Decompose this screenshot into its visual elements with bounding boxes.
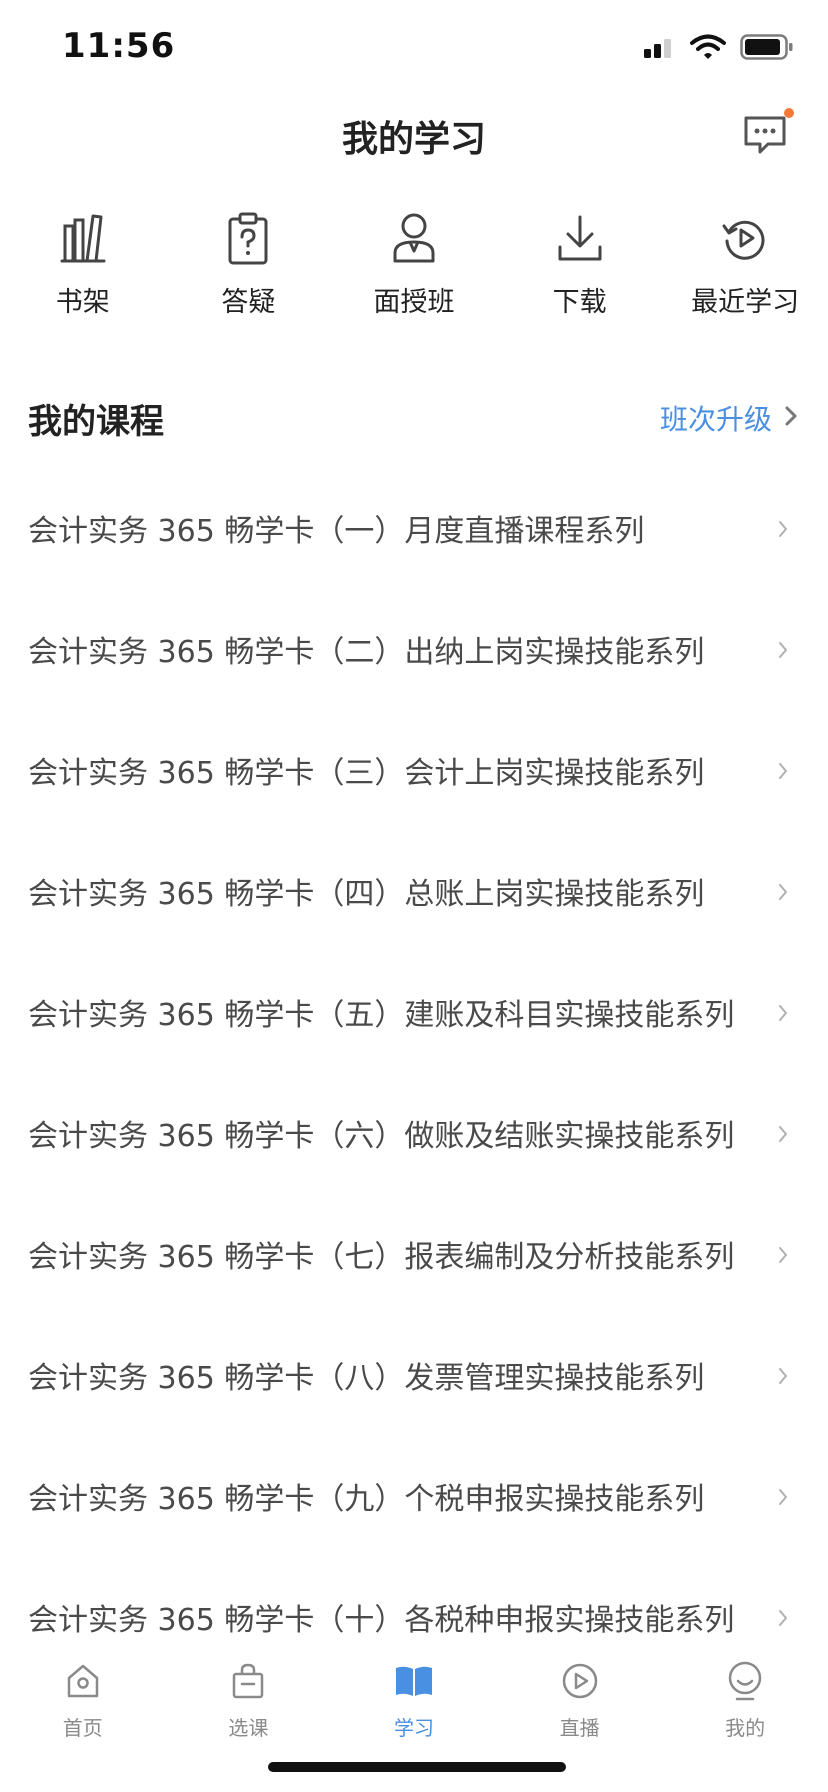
tab-label: 学习 (393, 1716, 434, 1740)
bottom-tab-bar: 首页 选课 学习 直播 我的 (0, 1640, 828, 1750)
home-indicator (268, 1762, 566, 1772)
quick-entry-label: 面授班 (373, 287, 455, 318)
quick-entries: 书架 答疑 面授班 下载 最近学习 (0, 210, 828, 330)
tab-live[interactable]: 直播 (497, 1640, 663, 1750)
course-list-item[interactable]: 会计实务 365 畅学卡（一）月度直播课程系列 (0, 470, 828, 591)
wifi-icon (690, 34, 726, 64)
chevron-right-icon (778, 520, 788, 542)
notification-badge-dot (784, 108, 794, 118)
tab-label: 选课 (228, 1716, 269, 1740)
quick-entry-classroom[interactable]: 面授班 (331, 210, 497, 330)
message-button[interactable] (740, 108, 794, 160)
battery-icon (740, 34, 794, 64)
status-time: 11:56 (62, 26, 176, 66)
tab-mine[interactable]: 我的 (662, 1640, 828, 1750)
course-title: 会计实务 365 畅学卡（十）各税种申报实操技能系列 (28, 1603, 735, 1638)
quick-entry-label: 答疑 (221, 287, 276, 318)
class-upgrade-label: 班次升级 (659, 403, 772, 436)
tab-label: 我的 (725, 1716, 766, 1740)
cellular-signal-icon (642, 35, 676, 63)
chevron-right-icon (778, 1246, 788, 1268)
chevron-right-icon (778, 641, 788, 663)
download-icon (552, 210, 608, 266)
page-title: 我的学习 (341, 119, 486, 160)
course-title: 会计实务 365 畅学卡（三）会计上岗实操技能系列 (28, 756, 705, 791)
play-circle-icon (557, 1658, 603, 1704)
quick-entry-bookshelf[interactable]: 书架 (0, 210, 166, 330)
recent-play-icon (717, 210, 773, 266)
course-list-item[interactable]: 会计实务 365 畅学卡（二）出纳上岗实操技能系列 (0, 591, 828, 712)
tab-label: 直播 (559, 1716, 600, 1740)
status-bar: 11:56 (0, 0, 828, 100)
tab-label: 首页 (62, 1716, 103, 1740)
class-upgrade-link[interactable]: 班次升级 (660, 398, 798, 438)
smile-face-icon (722, 1658, 768, 1704)
quick-entry-label: 下载 (552, 287, 607, 318)
bookshelf-icon (55, 210, 111, 266)
page-header: 我的学习 (0, 100, 828, 200)
my-courses-header: 我的课程 班次升级 (0, 390, 828, 450)
shopping-bag-icon (225, 1658, 271, 1704)
course-list-item[interactable]: 会计实务 365 畅学卡（四）总账上岗实操技能系列 (0, 833, 828, 954)
chevron-right-icon (778, 1367, 788, 1389)
course-list-item[interactable]: 会计实务 365 畅学卡（八）发票管理实操技能系列 (0, 1317, 828, 1438)
course-list-item[interactable]: 会计实务 365 畅学卡（五）建账及科目实操技能系列 (0, 954, 828, 1075)
quick-entry-download[interactable]: 下载 (497, 210, 663, 330)
chevron-right-icon (778, 1488, 788, 1510)
chevron-right-icon (778, 1609, 788, 1631)
chevron-right-icon (778, 1004, 788, 1026)
clipboard-question-icon (220, 210, 276, 266)
home-icon (60, 1658, 106, 1704)
open-book-icon (391, 1658, 437, 1704)
quick-entry-qa[interactable]: 答疑 (166, 210, 332, 330)
chat-icon (740, 116, 792, 164)
course-title: 会计实务 365 畅学卡（六）做账及结账实操技能系列 (28, 1119, 735, 1154)
course-title: 会计实务 365 畅学卡（二）出纳上岗实操技能系列 (28, 635, 705, 670)
tab-courses[interactable]: 选课 (166, 1640, 332, 1750)
course-title: 会计实务 365 畅学卡（八）发票管理实操技能系列 (28, 1361, 705, 1396)
course-list-item[interactable]: 会计实务 365 畅学卡（六）做账及结账实操技能系列 (0, 1075, 828, 1196)
chevron-right-icon (778, 762, 788, 784)
quick-entry-recent[interactable]: 最近学习 (662, 210, 828, 330)
course-list: 会计实务 365 畅学卡（一）月度直播课程系列 会计实务 365 畅学卡（二）出… (0, 470, 828, 1680)
course-title: 会计实务 365 畅学卡（九）个税申报实操技能系列 (28, 1482, 705, 1517)
status-icons (642, 34, 794, 64)
course-title: 会计实务 365 畅学卡（七）报表编制及分析技能系列 (28, 1240, 735, 1275)
tab-home[interactable]: 首页 (0, 1640, 166, 1750)
course-title: 会计实务 365 畅学卡（五）建账及科目实操技能系列 (28, 998, 735, 1033)
chevron-right-icon (778, 1125, 788, 1147)
quick-entry-label: 最近学习 (691, 287, 800, 318)
course-title: 会计实务 365 畅学卡（四）总账上岗实操技能系列 (28, 877, 705, 912)
section-title: 我的课程 (28, 402, 164, 442)
course-list-item[interactable]: 会计实务 365 畅学卡（七）报表编制及分析技能系列 (0, 1196, 828, 1317)
quick-entry-label: 书架 (55, 287, 110, 318)
course-title: 会计实务 365 畅学卡（一）月度直播课程系列 (28, 514, 645, 549)
chevron-right-icon (784, 405, 798, 431)
course-list-item[interactable]: 会计实务 365 畅学卡（三）会计上岗实操技能系列 (0, 712, 828, 833)
chevron-right-icon (778, 883, 788, 905)
teacher-icon (386, 210, 442, 266)
tab-study[interactable]: 学习 (331, 1640, 497, 1750)
course-list-item[interactable]: 会计实务 365 畅学卡（九）个税申报实操技能系列 (0, 1438, 828, 1559)
